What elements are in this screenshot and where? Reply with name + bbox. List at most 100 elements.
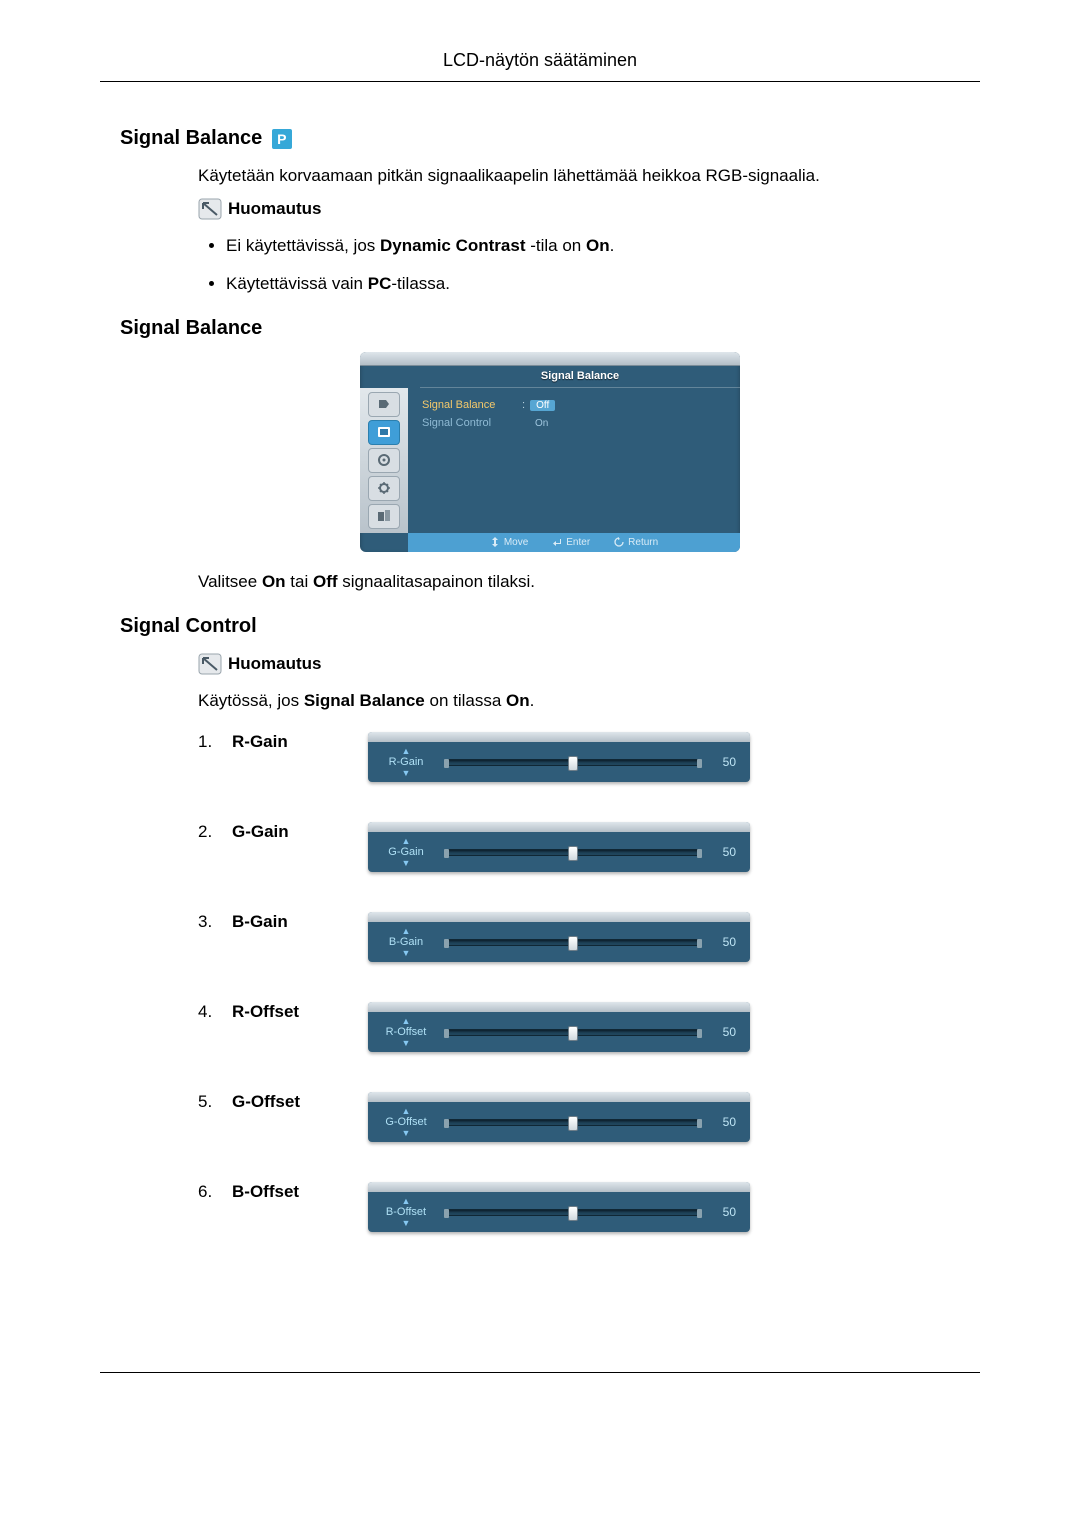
heading-signal-balance-2: Signal Balance [120, 317, 980, 340]
up-arrow-icon: ▲ [376, 747, 436, 756]
osd-slider-value: 50 [710, 755, 736, 769]
osd-slider-panel: ▲ R-Gain ▼ 50 [368, 732, 750, 782]
slider-label: B-Offset [232, 1182, 368, 1202]
hint-enter: Enter [552, 537, 590, 548]
slider-item: 4. R-Offset ▲ R-Offset ▼ 50 [198, 1002, 980, 1052]
note-icon [198, 198, 222, 220]
osd-slider-name: ▲ B-Offset ▼ [376, 1197, 436, 1228]
page-title: LCD-näytön säätäminen [100, 50, 980, 82]
p-mode-icon: P [272, 129, 292, 149]
osd-slider-name: ▲ B-Gain ▼ [376, 927, 436, 958]
hint-move: Move [490, 537, 528, 548]
osd-tab-setup-icon[interactable] [368, 476, 400, 501]
up-arrow-icon: ▲ [376, 1197, 436, 1206]
slider-number: 5. [198, 1092, 232, 1112]
down-arrow-icon: ▼ [376, 949, 436, 958]
osd-slider-track[interactable] [446, 1119, 700, 1126]
osd-slider-value: 50 [710, 1025, 736, 1039]
hint-return: Return [614, 537, 658, 548]
osd-slider-top [368, 732, 750, 742]
note-label: Huomautus [228, 650, 322, 677]
osd-slider-top [368, 822, 750, 832]
osd-hint-bar: Move Enter Return [408, 533, 740, 552]
osd-slider-name: ▲ G-Gain ▼ [376, 837, 436, 868]
osd-row-signal-control[interactable]: Signal Control On [422, 414, 726, 432]
slider-label: G-Offset [232, 1092, 368, 1112]
osd-slider-top [368, 1092, 750, 1102]
down-arrow-icon: ▼ [376, 769, 436, 778]
slider-number: 3. [198, 912, 232, 932]
osd-slider-track[interactable] [446, 759, 700, 766]
heading-text: Signal Balance [120, 127, 262, 149]
osd-slider-panel: ▲ R-Offset ▼ 50 [368, 1002, 750, 1052]
osd-slider-value: 50 [710, 1205, 736, 1219]
osd-opt-on[interactable]: On [529, 418, 554, 429]
osd-tab-picture-icon[interactable] [368, 420, 400, 445]
osd-row-signal-balance[interactable]: Signal Balance : Off [422, 396, 726, 414]
osd-slider-track[interactable] [446, 849, 700, 856]
after-osd-text: Valitsee On tai Off signaalitasapainon t… [198, 568, 980, 595]
osd-slider-name: ▲ G-Offset ▼ [376, 1107, 436, 1138]
osd-slider-panel: ▲ G-Offset ▼ 50 [368, 1092, 750, 1142]
osd-slider-top [368, 1002, 750, 1012]
osd-slider-thumb[interactable] [568, 936, 578, 951]
slider-label: G-Gain [232, 822, 368, 842]
osd-slider-panel: ▲ B-Offset ▼ 50 [368, 1182, 750, 1232]
osd-slider-thumb[interactable] [568, 1206, 578, 1221]
down-arrow-icon: ▼ [376, 859, 436, 868]
osd-slider-thumb[interactable] [568, 1026, 578, 1041]
bullet-1: Ei käytettävissä, jos Dynamic Contrast -… [226, 232, 980, 259]
osd-top-bar [360, 352, 740, 366]
osd-slider-top [368, 1182, 750, 1192]
osd-title: Signal Balance [420, 366, 740, 388]
osd-slider-value: 50 [710, 1115, 736, 1129]
slider-item: 6. B-Offset ▲ B-Offset ▼ 50 [198, 1182, 980, 1232]
osd-slider-track[interactable] [446, 939, 700, 946]
intro-text: Käytetään korvaamaan pitkän signaalikaap… [198, 162, 980, 189]
signal-control-condition: Käytössä, jos Signal Balance on tilassa … [198, 687, 980, 714]
note-bullets-1: Ei käytettävissä, jos Dynamic Contrast -… [226, 232, 980, 296]
osd-opt-off[interactable]: Off [530, 400, 555, 411]
footer-rule [100, 1372, 980, 1373]
osd-tab-sound-icon[interactable] [368, 448, 400, 473]
osd-slider-value: 50 [710, 935, 736, 949]
osd-tab-input-icon[interactable] [368, 392, 400, 417]
slider-item: 5. G-Offset ▲ G-Offset ▼ 50 [198, 1092, 980, 1142]
up-arrow-icon: ▲ [376, 1017, 436, 1026]
up-arrow-icon: ▲ [376, 837, 436, 846]
note-label: Huomautus [228, 195, 322, 222]
osd-slider-panel: ▲ G-Gain ▼ 50 [368, 822, 750, 872]
osd-slider-track[interactable] [446, 1029, 700, 1036]
slider-label: R-Gain [232, 732, 368, 752]
slider-item: 3. B-Gain ▲ B-Gain ▼ 50 [198, 912, 980, 962]
osd-slider-thumb[interactable] [568, 756, 578, 771]
osd-slider-top [368, 912, 750, 922]
osd-slider-thumb[interactable] [568, 846, 578, 861]
slider-number: 2. [198, 822, 232, 842]
down-arrow-icon: ▼ [376, 1129, 436, 1138]
slider-number: 6. [198, 1182, 232, 1202]
slider-item: 2. G-Gain ▲ G-Gain ▼ 50 [198, 822, 980, 872]
osd-slider-name: ▲ R-Gain ▼ [376, 747, 436, 778]
signal-control-slider-list: 1. R-Gain ▲ R-Gain ▼ 50 [198, 732, 980, 1232]
osd-slider-thumb[interactable] [568, 1116, 578, 1131]
osd-sidebar [360, 388, 408, 533]
slider-label: B-Gain [232, 912, 368, 932]
down-arrow-icon: ▼ [376, 1039, 436, 1048]
osd-slider-track[interactable] [446, 1209, 700, 1216]
osd-tab-multi-icon[interactable] [368, 504, 400, 529]
slider-number: 1. [198, 732, 232, 752]
osd-menu: Signal Balance Signal Balance : Off [360, 352, 740, 552]
heading-signal-balance-1: Signal Balance P [120, 127, 980, 150]
osd-slider-value: 50 [710, 845, 736, 859]
heading-signal-control: Signal Control [120, 615, 980, 638]
osd-slider-name: ▲ R-Offset ▼ [376, 1017, 436, 1048]
up-arrow-icon: ▲ [376, 1107, 436, 1116]
slider-number: 4. [198, 1002, 232, 1022]
down-arrow-icon: ▼ [376, 1219, 436, 1228]
slider-label: R-Offset [232, 1002, 368, 1022]
osd-slider-panel: ▲ B-Gain ▼ 50 [368, 912, 750, 962]
note-icon [198, 653, 222, 675]
slider-item: 1. R-Gain ▲ R-Gain ▼ 50 [198, 732, 980, 782]
bullet-2: Käytettävissä vain PC-tilassa. [226, 270, 980, 297]
